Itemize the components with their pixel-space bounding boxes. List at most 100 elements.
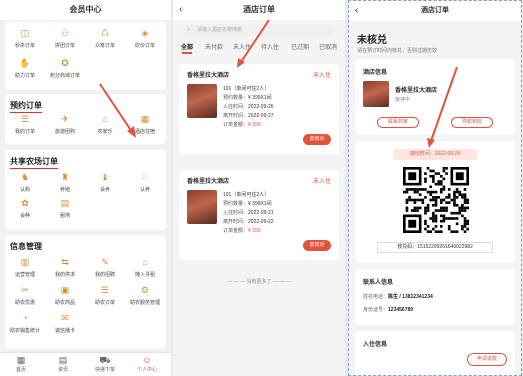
order-card[interactable]: 香格里拉大酒店 未入住 101（单间可住2人） 预约数量：¥ 399X1间 入住时间：2… (179, 64, 339, 154)
hotel-status-tag: 接待中 (395, 97, 411, 103)
back-icon[interactable]: ‹ (179, 0, 182, 20)
menu-item-label: 认养 (139, 187, 150, 193)
cart-icon: ⛟ (99, 355, 111, 365)
search-icon: ⌕ (187, 27, 191, 33)
menu-item-service[interactable]: ⚙ 助农服务管理 (125, 285, 165, 306)
verification-code: 核兑码：15152209261646022982 (377, 242, 493, 253)
contact-merchant-button[interactable]: 联系商家 (377, 117, 419, 128)
search-input[interactable]: ⌕ 请输入酒店名称搜索 (183, 24, 335, 36)
menu-item-label: 租地 (59, 213, 70, 219)
menu-item-label: 秒杀订单 (14, 43, 35, 49)
order-status: 未核兑 (357, 35, 387, 46)
menu-item-stats[interactable]: ◔ 助农销售统计 (5, 313, 45, 334)
menu-item-bag[interactable]: ◫ 秒杀订单 (5, 28, 45, 49)
list-icon: ☰ (20, 114, 30, 124)
group-icon: ⚇ (60, 28, 70, 38)
menu-item-job[interactable]: ✎ 我的招聘 (85, 257, 125, 278)
menu-item-goods[interactable]: ▣ 助农商品 (45, 285, 85, 306)
bottom-tab-bar: ▦ 首页 ▤ 资讯 ⛟ 快递下单 ☺ 个人中心 (0, 352, 171, 376)
menu-item-label: 助力订单 (14, 73, 35, 79)
checkout-line: 离开时间：2022-09-27 (223, 113, 274, 119)
menu-item-group[interactable]: ⚇ 拼团订单 (45, 28, 85, 49)
back-icon[interactable]: ‹ (355, 1, 358, 21)
page-title: 酒店订单 (421, 7, 449, 14)
menu-item-label: 拼团订单 (54, 43, 75, 49)
amount-line: 订单金额：¥ 399 (223, 228, 261, 234)
order-icon: ☰ (100, 285, 110, 295)
page-title: 会员中心 (0, 0, 171, 20)
menu-item-sheep[interactable]: ♘ 认养 (125, 172, 165, 193)
info-section-title: 信息管理 (10, 242, 42, 251)
menu-item-label: 助农商品 (54, 300, 75, 306)
header: ‹ 酒店订单 (349, 1, 521, 21)
menu-item-crowd[interactable]: ♺ 众筹订单 (85, 28, 125, 49)
menu-item-farm[interactable]: ⌂ 农家乐 (85, 114, 125, 135)
menu-item-plant[interactable]: ✿ 会种 (5, 198, 45, 219)
menu-item-tag[interactable]: ◈ 砍价订单 (125, 28, 165, 49)
verify-button[interactable]: 去核对 (303, 240, 331, 251)
checkin-info-card: 入住信息 申请退款 (355, 331, 515, 375)
status-tabs: 全部 未付款 未入住 待入住 已过期 已取消 (173, 42, 345, 56)
menu-item-points[interactable]: ✪ 积分商城订单 (45, 58, 85, 79)
navigate-button[interactable]: 导航到店 (451, 117, 493, 128)
hotel-thumbnail (187, 190, 217, 224)
menu-item-label: 认购 (19, 187, 30, 193)
menu-item-card[interactable]: ✉ 诚信播卡 (45, 313, 85, 334)
tab-grid[interactable]: ▦ 首页 (0, 355, 42, 373)
checkin-section-title: 入住信息 (363, 342, 388, 348)
booking-card: 预约订单 ☰ 我的订单 ✈ 旅游团购 ⌂ 农家乐 ▦ 酒店住宿 (5, 94, 166, 144)
user-icon: ☺ (142, 355, 152, 365)
menu-item-label: 我的订单 (14, 129, 35, 135)
menu-item-hand[interactable]: ✋ 助力订单 (5, 58, 45, 79)
search-placeholder: 请输入酒店名称搜索 (197, 27, 243, 33)
booking-section-title: 预约订单 (10, 100, 42, 113)
checkout-line: 离开时间：2022-09-22 (223, 219, 274, 225)
job-icon: ✎ (101, 257, 109, 267)
chicken-icon: ♝ (100, 172, 110, 182)
bag-icon: ◫ (20, 28, 30, 38)
menu-item-travel[interactable]: ✈ 旅游团购 (45, 114, 85, 135)
tab-2[interactable]: 未入住 (233, 42, 251, 51)
menu-item-label: 我的招聘 (94, 272, 115, 278)
verify-button[interactable]: 去核对 (303, 134, 331, 145)
menu-item-label: 酒店住宿 (134, 129, 155, 135)
verification-card: 游玩时间：2022-09-26 核兑码：15152209261646022982 (355, 141, 515, 263)
tab-news[interactable]: ▤ 资讯 (42, 355, 84, 373)
refund-button[interactable]: 申请退款 (467, 353, 507, 366)
menu-item-hotel[interactable]: ▦ 酒店住宿 (125, 114, 165, 135)
order-status: 未入住 (312, 73, 331, 79)
pig-icon: ♜ (60, 172, 70, 182)
hotel-info-card: 酒店信息 香格里拉大酒店 接待中 联系商家 导航到店 (355, 59, 515, 135)
tab-4[interactable]: 已过期 (291, 42, 309, 51)
screenshot-root: 会员中心 ◫ 秒杀订单 ⚇ 拼团订单 ♺ 众筹订单 ◈ 砍价订单 ✋ 助力订单 ✪ 积分商城订单 预约… (0, 0, 523, 376)
tab-0[interactable]: 全部 (181, 42, 193, 51)
news-icon: ▤ (58, 355, 68, 365)
coupon-icon: ✂ (21, 285, 29, 295)
tab-3[interactable]: 待入住 (261, 42, 279, 51)
page-title: 酒店订单 (243, 5, 275, 14)
active-tab-indicator (182, 52, 192, 54)
order-card[interactable]: 香格里拉大酒店 未入住 101（单间可住2人） 预约数量：¥ 399X1间 入住时间：2… (179, 170, 339, 260)
menu-item-rent[interactable]: ⌂ 摊入寻租 (125, 257, 165, 278)
tab-label: 个人中心 (136, 367, 157, 373)
menu-item-label: 助农优惠 (14, 300, 35, 306)
goods-icon: ▣ (60, 285, 70, 295)
menu-item-chicken[interactable]: ♝ 会养 (85, 172, 125, 193)
tab-user[interactable]: ☺ 个人中心 (126, 355, 168, 373)
menu-item-chart[interactable]: ▥ 运营管理 (5, 257, 45, 278)
menu-item-supply[interactable]: ⇆ 我的供求 (45, 257, 85, 278)
tab-label: 首页 (15, 367, 26, 373)
hotel-thumbnail (363, 81, 389, 107)
contact-section-title: 联系人信息 (363, 280, 394, 286)
menu-item-field[interactable]: ▤ 租地 (45, 198, 85, 219)
menu-item-coupon[interactable]: ✂ 助农优惠 (5, 285, 45, 306)
menu-item-pig[interactable]: ♜ 养殖 (45, 172, 85, 193)
menu-item-cow[interactable]: ♞ 认购 (5, 172, 45, 193)
tab-cart[interactable]: ⛟ 快递下单 (84, 355, 126, 373)
sheep-icon: ♘ (140, 172, 150, 182)
menu-item-order[interactable]: ☰ 助农订单 (85, 285, 125, 306)
menu-item-label: 摊入寻租 (134, 272, 155, 278)
tab-1[interactable]: 未付款 (205, 42, 223, 51)
menu-item-list[interactable]: ☰ 我的订单 (5, 114, 45, 135)
tab-5[interactable]: 已取消 (319, 42, 337, 51)
